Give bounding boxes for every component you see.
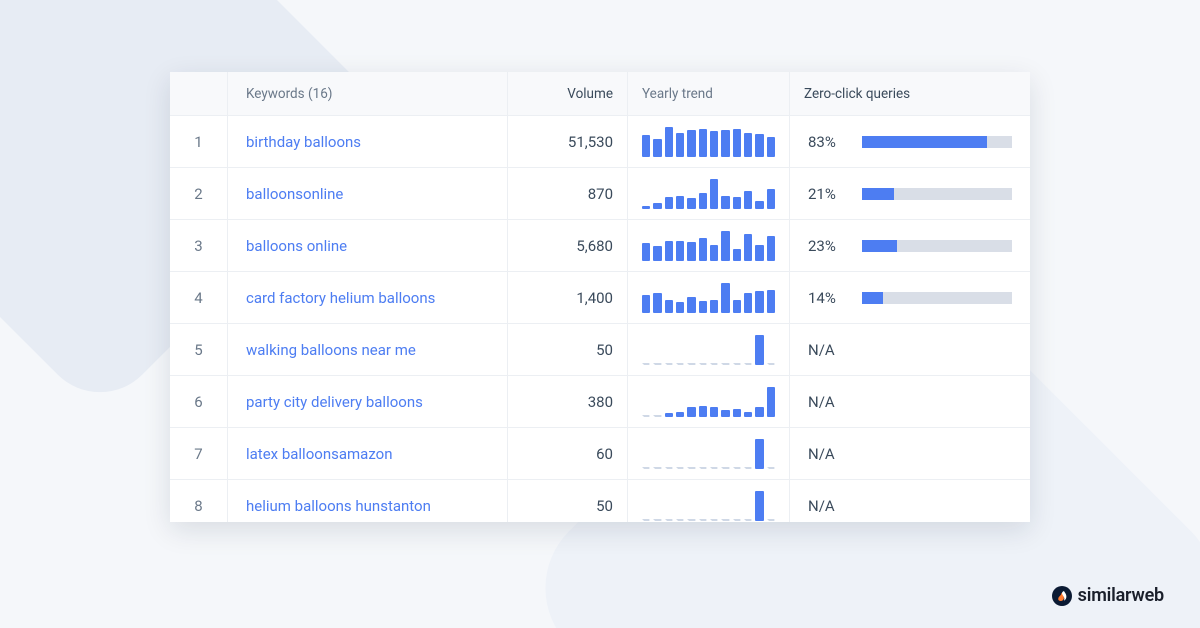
zero-click-pct: N/A xyxy=(808,341,850,359)
keyword-link[interactable]: helium balloons hunstanton xyxy=(228,480,508,522)
table-row: 1birthday balloons51,530 83% xyxy=(170,116,1030,168)
volume-value: 380 xyxy=(508,376,628,427)
volume-value: 51,530 xyxy=(508,116,628,167)
zero-click-cell: N/A xyxy=(790,376,1030,427)
zero-click-pct: N/A xyxy=(808,393,850,411)
keyword-link[interactable]: party city delivery balloons xyxy=(228,376,508,427)
table-header-row: Keywords (16) Volume Yearly trend Zero-c… xyxy=(170,72,1030,116)
keyword-link[interactable]: walking balloons near me xyxy=(228,324,508,375)
zero-click-pct: 21% xyxy=(808,185,850,203)
table-row: 5walking balloons near me50 N/A xyxy=(170,324,1030,376)
zero-click-pct: 83% xyxy=(808,133,850,151)
table-row: 6party city delivery balloons380 N/A xyxy=(170,376,1030,428)
trend-sparkline xyxy=(628,220,790,271)
trend-sparkline xyxy=(628,272,790,323)
zero-click-bar xyxy=(862,292,1012,304)
keyword-link[interactable]: latex balloonsamazon xyxy=(228,428,508,479)
table-row: 8helium balloons hunstanton50 N/A xyxy=(170,480,1030,522)
brand-logo: similarweb xyxy=(1052,585,1164,606)
volume-value: 50 xyxy=(508,324,628,375)
similarweb-icon xyxy=(1052,586,1072,606)
col-header-keywords[interactable]: Keywords (16) xyxy=(228,72,508,115)
volume-value: 50 xyxy=(508,480,628,522)
zero-click-cell: N/A xyxy=(790,324,1030,375)
col-header-index xyxy=(170,72,228,115)
row-index: 7 xyxy=(170,428,228,479)
zero-click-pct: 23% xyxy=(808,237,850,255)
trend-sparkline xyxy=(628,428,790,479)
col-header-trend[interactable]: Yearly trend xyxy=(628,72,790,115)
zero-click-bar xyxy=(862,240,1012,252)
trend-sparkline xyxy=(628,324,790,375)
keyword-link[interactable]: card factory helium balloons xyxy=(228,272,508,323)
volume-value: 1,400 xyxy=(508,272,628,323)
volume-value: 870 xyxy=(508,168,628,219)
row-index: 3 xyxy=(170,220,228,271)
row-index: 4 xyxy=(170,272,228,323)
zero-click-cell: N/A xyxy=(790,480,1030,522)
zero-click-cell: 21% xyxy=(790,168,1030,219)
zero-click-bar xyxy=(862,188,1012,200)
row-index: 8 xyxy=(170,480,228,522)
zero-click-cell: 14% xyxy=(790,272,1030,323)
zero-click-bar xyxy=(862,136,1012,148)
row-index: 2 xyxy=(170,168,228,219)
volume-value: 60 xyxy=(508,428,628,479)
keyword-link[interactable]: balloons online xyxy=(228,220,508,271)
trend-sparkline xyxy=(628,480,790,522)
zero-click-pct: 14% xyxy=(808,289,850,307)
keyword-link[interactable]: birthday balloons xyxy=(228,116,508,167)
table-row: 7latex balloonsamazon60 N/A xyxy=(170,428,1030,480)
trend-sparkline xyxy=(628,168,790,219)
zero-click-cell: 23% xyxy=(790,220,1030,271)
trend-sparkline xyxy=(628,376,790,427)
table-row: 3balloons online5,680 23% xyxy=(170,220,1030,272)
row-index: 1 xyxy=(170,116,228,167)
volume-value: 5,680 xyxy=(508,220,628,271)
table-row: 2balloonsonline870 21% xyxy=(170,168,1030,220)
brand-name: similarweb xyxy=(1078,585,1164,606)
zero-click-cell: N/A xyxy=(790,428,1030,479)
trend-sparkline xyxy=(628,116,790,167)
zero-click-pct: N/A xyxy=(808,445,850,463)
zero-click-cell: 83% xyxy=(790,116,1030,167)
row-index: 6 xyxy=(170,376,228,427)
col-header-volume[interactable]: Volume xyxy=(508,72,628,115)
table-row: 4card factory helium balloons1,400 14% xyxy=(170,272,1030,324)
keyword-link[interactable]: balloonsonline xyxy=(228,168,508,219)
col-header-zeroclick[interactable]: Zero-click queries xyxy=(790,72,1030,115)
row-index: 5 xyxy=(170,324,228,375)
zero-click-pct: N/A xyxy=(808,497,850,515)
keywords-table: Keywords (16) Volume Yearly trend Zero-c… xyxy=(170,72,1030,522)
